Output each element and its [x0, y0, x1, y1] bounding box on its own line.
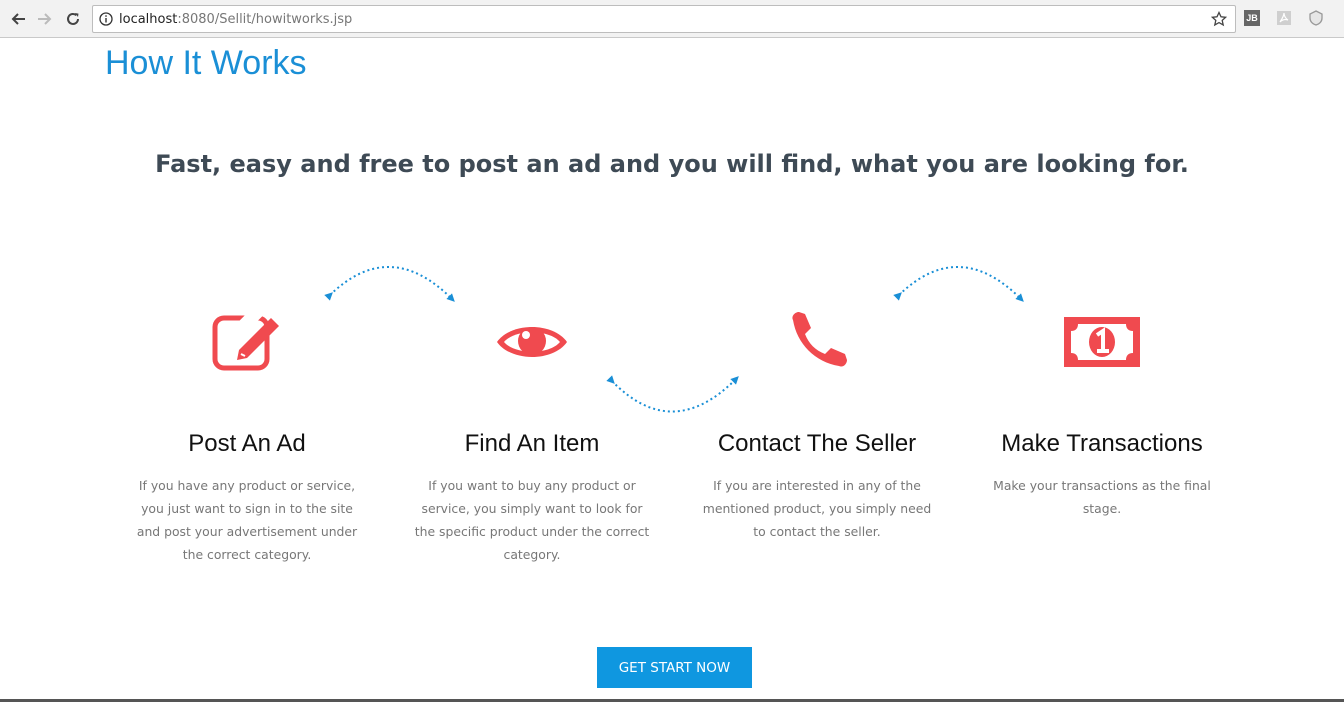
browser-toolbar: localhost:8080/Sellit/howitworks.jsp JB [0, 0, 1344, 38]
step-find-item: Find An Item If you want to buy any prod… [402, 300, 662, 566]
step-post-ad: Post An Ad If you have any product or se… [117, 300, 377, 566]
step-contact-seller: Contact The Seller If you are interested… [687, 300, 947, 543]
step-description: If you have any product or service, you … [136, 478, 358, 562]
step-title: Find An Item [464, 430, 600, 457]
get-start-now-button[interactable]: GET START NOW [597, 647, 752, 688]
forward-arrow-icon[interactable] [34, 8, 56, 30]
bookmark-star-icon[interactable] [1210, 10, 1228, 32]
back-arrow-icon[interactable] [7, 8, 29, 30]
url-path: :8080/Sellit/howitworks.jsp [177, 12, 353, 27]
eye-icon [402, 306, 662, 378]
step-title: Post An Ad [188, 430, 306, 457]
money-icon [972, 306, 1232, 378]
edit-icon [117, 306, 377, 378]
url-text[interactable]: localhost:8080/Sellit/howitworks.jsp [119, 12, 352, 27]
step-description: If you are interested in any of the ment… [702, 478, 932, 539]
step-title: Contact The Seller [717, 430, 917, 457]
step-make-transactions: Make Transactions Make your transactions… [972, 300, 1232, 520]
url-host: localhost [119, 12, 178, 27]
pdf-extension-icon[interactable] [1276, 10, 1292, 26]
jb-extension-icon[interactable]: JB [1244, 10, 1260, 26]
step-description: If you want to buy any product or servic… [414, 478, 650, 562]
info-icon[interactable] [99, 12, 113, 26]
shield-extension-icon[interactable] [1308, 10, 1324, 26]
step-description: Make your transactions as the final stag… [993, 478, 1211, 516]
tagline: Fast, easy and free to post an ad and yo… [155, 150, 1189, 178]
reload-icon[interactable] [62, 8, 84, 30]
arrow-contact-to-transact [893, 266, 1024, 302]
page-title: How It Works [105, 44, 307, 82]
step-title: Make Transactions [1001, 430, 1203, 457]
address-bar[interactable]: localhost:8080/Sellit/howitworks.jsp [92, 5, 1236, 33]
phone-icon [687, 306, 947, 378]
arrow-post-to-find [324, 266, 455, 302]
